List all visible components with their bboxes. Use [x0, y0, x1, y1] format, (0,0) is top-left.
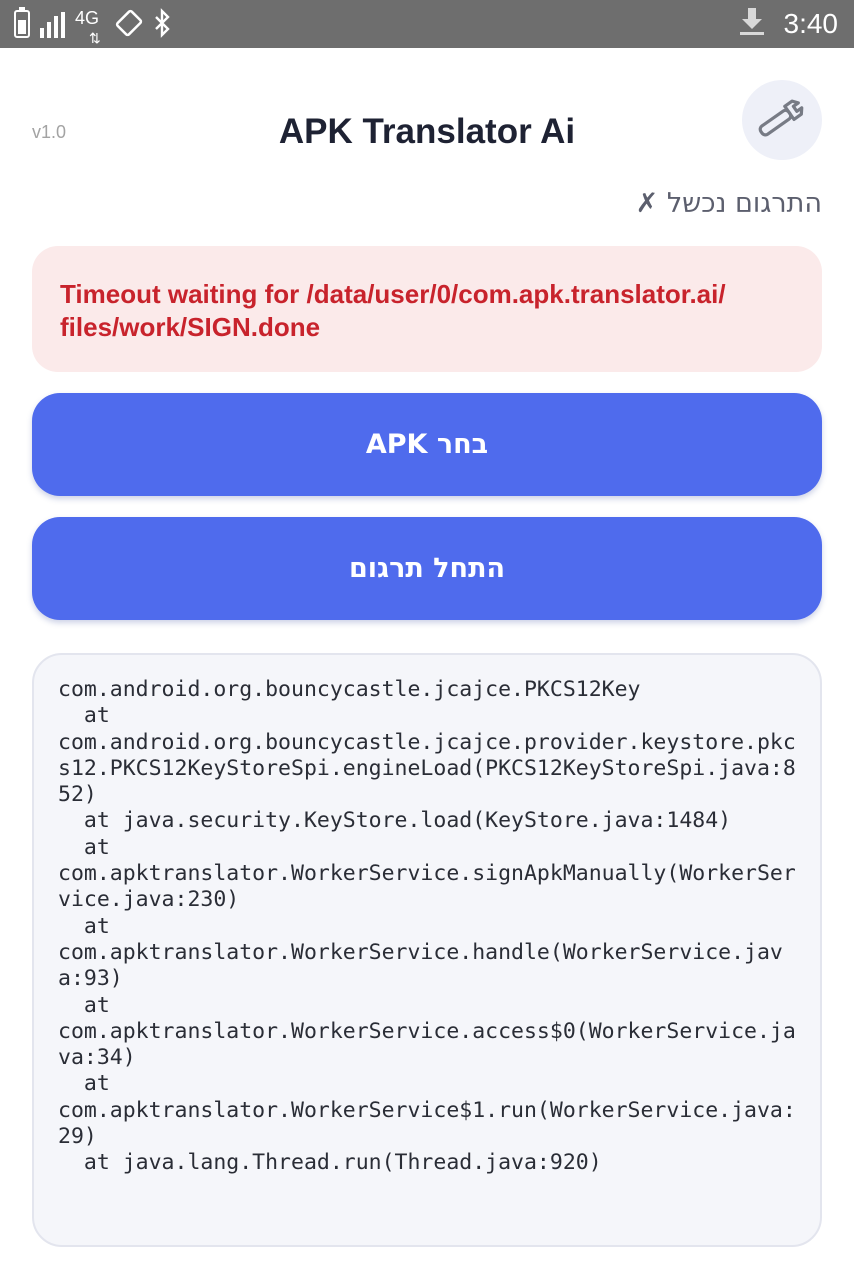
clock: 3:40 [783, 8, 839, 39]
bluetooth-icon [153, 8, 171, 45]
status-bar: 4G ⇅ 3:40 [0, 0, 854, 48]
network-type: 4G ⇅ [75, 8, 105, 48]
status-bar-right: 3:40 [738, 6, 839, 43]
download-icon [738, 6, 766, 43]
start-translation-button[interactable]: התחל תרגום [32, 517, 822, 620]
pick-apk-button[interactable]: בחר APK [32, 393, 822, 496]
settings-button[interactable] [742, 80, 822, 160]
battery-icon [14, 7, 30, 38]
status-bar-left: 4G ⇅ [14, 7, 171, 46]
signal-icon [40, 12, 65, 38]
page-title: APK Translator Ai [278, 112, 576, 151]
error-banner: Timeout waiting for /data/user/0/com.apk… [32, 246, 822, 372]
log-panel[interactable]: com.android.org.bouncycastle.jcajce.PKCS… [32, 653, 822, 1247]
network-type-label: 4G [75, 8, 100, 28]
log-text: com.android.org.bouncycastle.jcajce.PKCS… [58, 677, 796, 1176]
rotate-icon [115, 8, 143, 45]
wrench-icon [752, 88, 812, 153]
data-activity-icon: ⇅ [89, 30, 101, 46]
translation-status: התרגום נכשל ✗ [635, 188, 822, 219]
error-message: Timeout waiting for /data/user/0/com.apk… [60, 279, 726, 342]
